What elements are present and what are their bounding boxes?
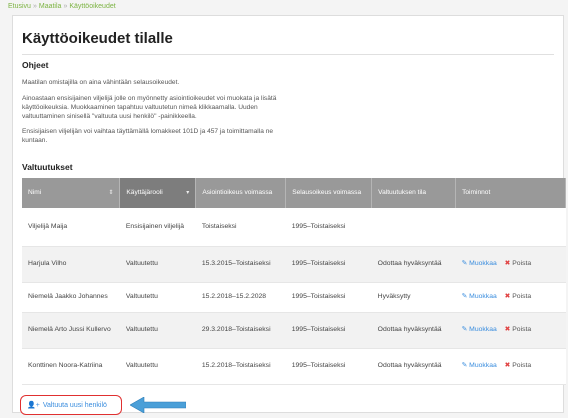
row-actions: ✎ Muokkaa ✖ Poista	[455, 348, 566, 385]
rights-table: Nimi ⇕ Käyttäjärooli ▾ Asiointioikeus voim…	[22, 178, 566, 385]
breadcrumb-item-rights[interactable]: Käyttöoikeudet	[69, 3, 115, 10]
rights-title: Valtuutukset	[22, 162, 73, 172]
row-actions: ✎ Muokkaa ✖ Poista	[455, 246, 566, 283]
edit-link[interactable]: ✎ Muokkaa	[462, 260, 497, 267]
instructions-paragraph-1: Maatilan omistajilla on aina vähintään s…	[22, 79, 180, 86]
cross-icon: ✖	[504, 325, 511, 333]
breadcrumb-item-home[interactable]: Etusivu	[8, 3, 31, 10]
instructions-title: Ohjeet	[22, 60, 49, 70]
delete-link[interactable]: ✖ Poista	[505, 293, 531, 300]
row-role: Valtuutettu	[119, 348, 196, 385]
delete-link[interactable]: ✖ Poista	[505, 326, 531, 333]
row-role: Valtuutettu	[119, 282, 196, 313]
row-asiointi: 15.2.2018–15.2.2028	[195, 282, 286, 313]
row-role: Valtuutettu	[119, 312, 196, 349]
row-asiointi: 15.2.2018–Toistaiseksi	[195, 348, 286, 385]
table-row: Viljelijä Maija Ensisijainen viljelijä T…	[22, 208, 566, 247]
table-row: Harjula Vilho Valtuutettu 15.3.2015–Tois…	[22, 246, 566, 283]
pencil-square-icon: ✎	[461, 325, 468, 333]
column-header-name[interactable]: Nimi ⇕	[22, 178, 121, 208]
row-selaus: 1995–Toistaiseksi	[285, 208, 372, 247]
left-arrow-icon	[130, 397, 186, 413]
breadcrumb: Etusivu» Maatila» Käyttöoikeudet	[0, 0, 568, 15]
row-selaus: 1995–Toistaiseksi	[285, 246, 372, 283]
delete-link[interactable]: ✖ Poista	[505, 362, 531, 369]
row-status: Odottaa hyväksyntää	[371, 348, 456, 385]
delete-link[interactable]: ✖ Poista	[505, 260, 531, 267]
edit-link[interactable]: ✎ Muokkaa	[462, 362, 497, 369]
row-role: Valtuutettu	[119, 246, 196, 283]
content-panel: Käyttöoikeudet tilalle Ohjeet Maatilan o…	[12, 15, 566, 413]
table-row: Niemelä Jaakko Johannes Valtuutettu 15.2…	[22, 282, 566, 313]
cross-icon: ✖	[504, 361, 511, 369]
row-status: Odottaa hyväksyntää	[371, 312, 456, 349]
column-header-status[interactable]: Valtuutuksen tila	[371, 178, 457, 208]
edit-link[interactable]: ✎ Muokkaa	[462, 326, 497, 333]
page-title: Käyttöoikeudet tilalle	[22, 30, 173, 47]
cross-icon: ✖	[504, 292, 511, 300]
instructions-paragraph-3: Ensisijaisen viljelijän voi vaihtaa täyt…	[22, 128, 274, 144]
row-name[interactable]: Viljelijä Maija	[22, 208, 120, 247]
edit-link[interactable]: ✎ Muokkaa	[462, 293, 497, 300]
sort-desc-icon: ▾	[186, 190, 190, 196]
row-asiointi: 15.3.2015–Toistaiseksi	[195, 246, 286, 283]
column-header-selaus[interactable]: Selausoikeus voimassa	[285, 178, 373, 208]
sort-icon: ⇕	[108, 190, 114, 196]
row-name[interactable]: Harjula Vilho	[22, 246, 120, 283]
breadcrumb-separator: »	[63, 3, 68, 10]
row-selaus: 1995–Toistaiseksi	[285, 312, 372, 349]
row-role: Ensisijainen viljelijä	[119, 208, 196, 247]
row-asiointi: 29.3.2018–Toistaiseksi	[195, 312, 286, 349]
divider	[22, 54, 554, 55]
table-row: Niemelä Arto Jussi Kullervo Valtuutettu …	[22, 312, 566, 349]
table-header-row: Nimi ⇕ Käyttäjärooli ▾ Asiointioikeus voim…	[22, 178, 566, 208]
column-header-role[interactable]: Käyttäjärooli ▾	[119, 178, 197, 208]
row-asiointi: Toistaiseksi	[195, 208, 286, 247]
row-selaus: 1995–Toistaiseksi	[285, 348, 372, 385]
pencil-square-icon: ✎	[461, 361, 468, 369]
row-actions: ✎ Muokkaa ✖ Poista	[455, 282, 566, 313]
breadcrumb-item-farm[interactable]: Maatila	[39, 3, 62, 10]
column-header-asiointi[interactable]: Asiointioikeus voimassa	[195, 178, 287, 208]
row-name[interactable]: Niemelä Jaakko Johannes	[22, 282, 120, 313]
row-name[interactable]: Konttinen Noora-Katriina	[22, 348, 120, 385]
add-user-button[interactable]: 👤+ Valtuuta uusi henkilö	[20, 395, 122, 415]
row-actions	[455, 208, 566, 247]
column-header-actions: Toiminnot	[455, 178, 566, 208]
pencil-square-icon: ✎	[461, 259, 468, 267]
row-status: Hyväksytty	[371, 282, 456, 313]
instructions-paragraph-2: Ainoastaan ensisijainen viljelijä jolle …	[22, 95, 277, 120]
row-actions: ✎ Muokkaa ✖ Poista	[455, 312, 566, 349]
row-status	[371, 208, 456, 247]
row-selaus: 1995–Toistaiseksi	[285, 282, 372, 313]
breadcrumb-separator: »	[32, 3, 37, 10]
cross-icon: ✖	[504, 259, 511, 267]
user-plus-icon: 👤+	[27, 402, 40, 409]
add-user-button-label: Valtuuta uusi henkilö	[42, 401, 107, 409]
row-name[interactable]: Niemelä Arto Jussi Kullervo	[22, 312, 120, 349]
pencil-square-icon: ✎	[461, 292, 468, 300]
row-status: Odottaa hyväksyntää	[371, 246, 456, 283]
table-row: Konttinen Noora-Katriina Valtuutettu 15.…	[22, 348, 566, 385]
